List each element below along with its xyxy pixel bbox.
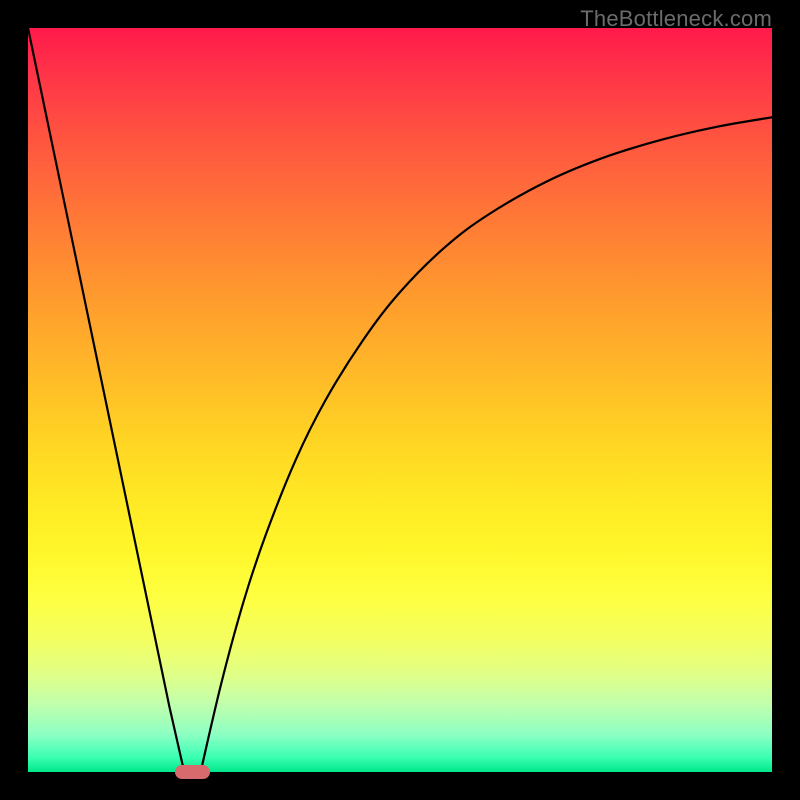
watermark-text: TheBottleneck.com — [580, 6, 772, 32]
chart-frame: TheBottleneck.com — [0, 0, 800, 800]
optimal-point-marker — [175, 765, 209, 779]
bottleneck-curve — [28, 28, 772, 772]
plot-area — [28, 28, 772, 772]
curve-layer — [28, 28, 772, 772]
